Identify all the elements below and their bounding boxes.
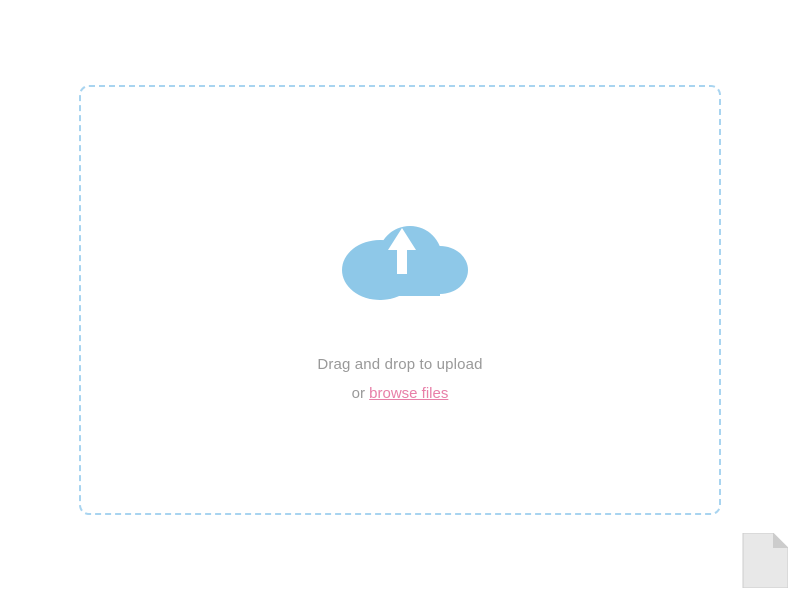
file-icon <box>738 533 788 588</box>
browse-files-button[interactable]: browse files <box>369 385 448 402</box>
file-dropzone[interactable]: Drag and drop to upload or browse files <box>79 85 721 515</box>
drag-drop-text: Drag and drop to upload <box>317 356 482 373</box>
cloud-upload-icon <box>310 198 490 328</box>
browse-line: or browse files <box>352 385 449 402</box>
or-text: or <box>352 385 365 402</box>
